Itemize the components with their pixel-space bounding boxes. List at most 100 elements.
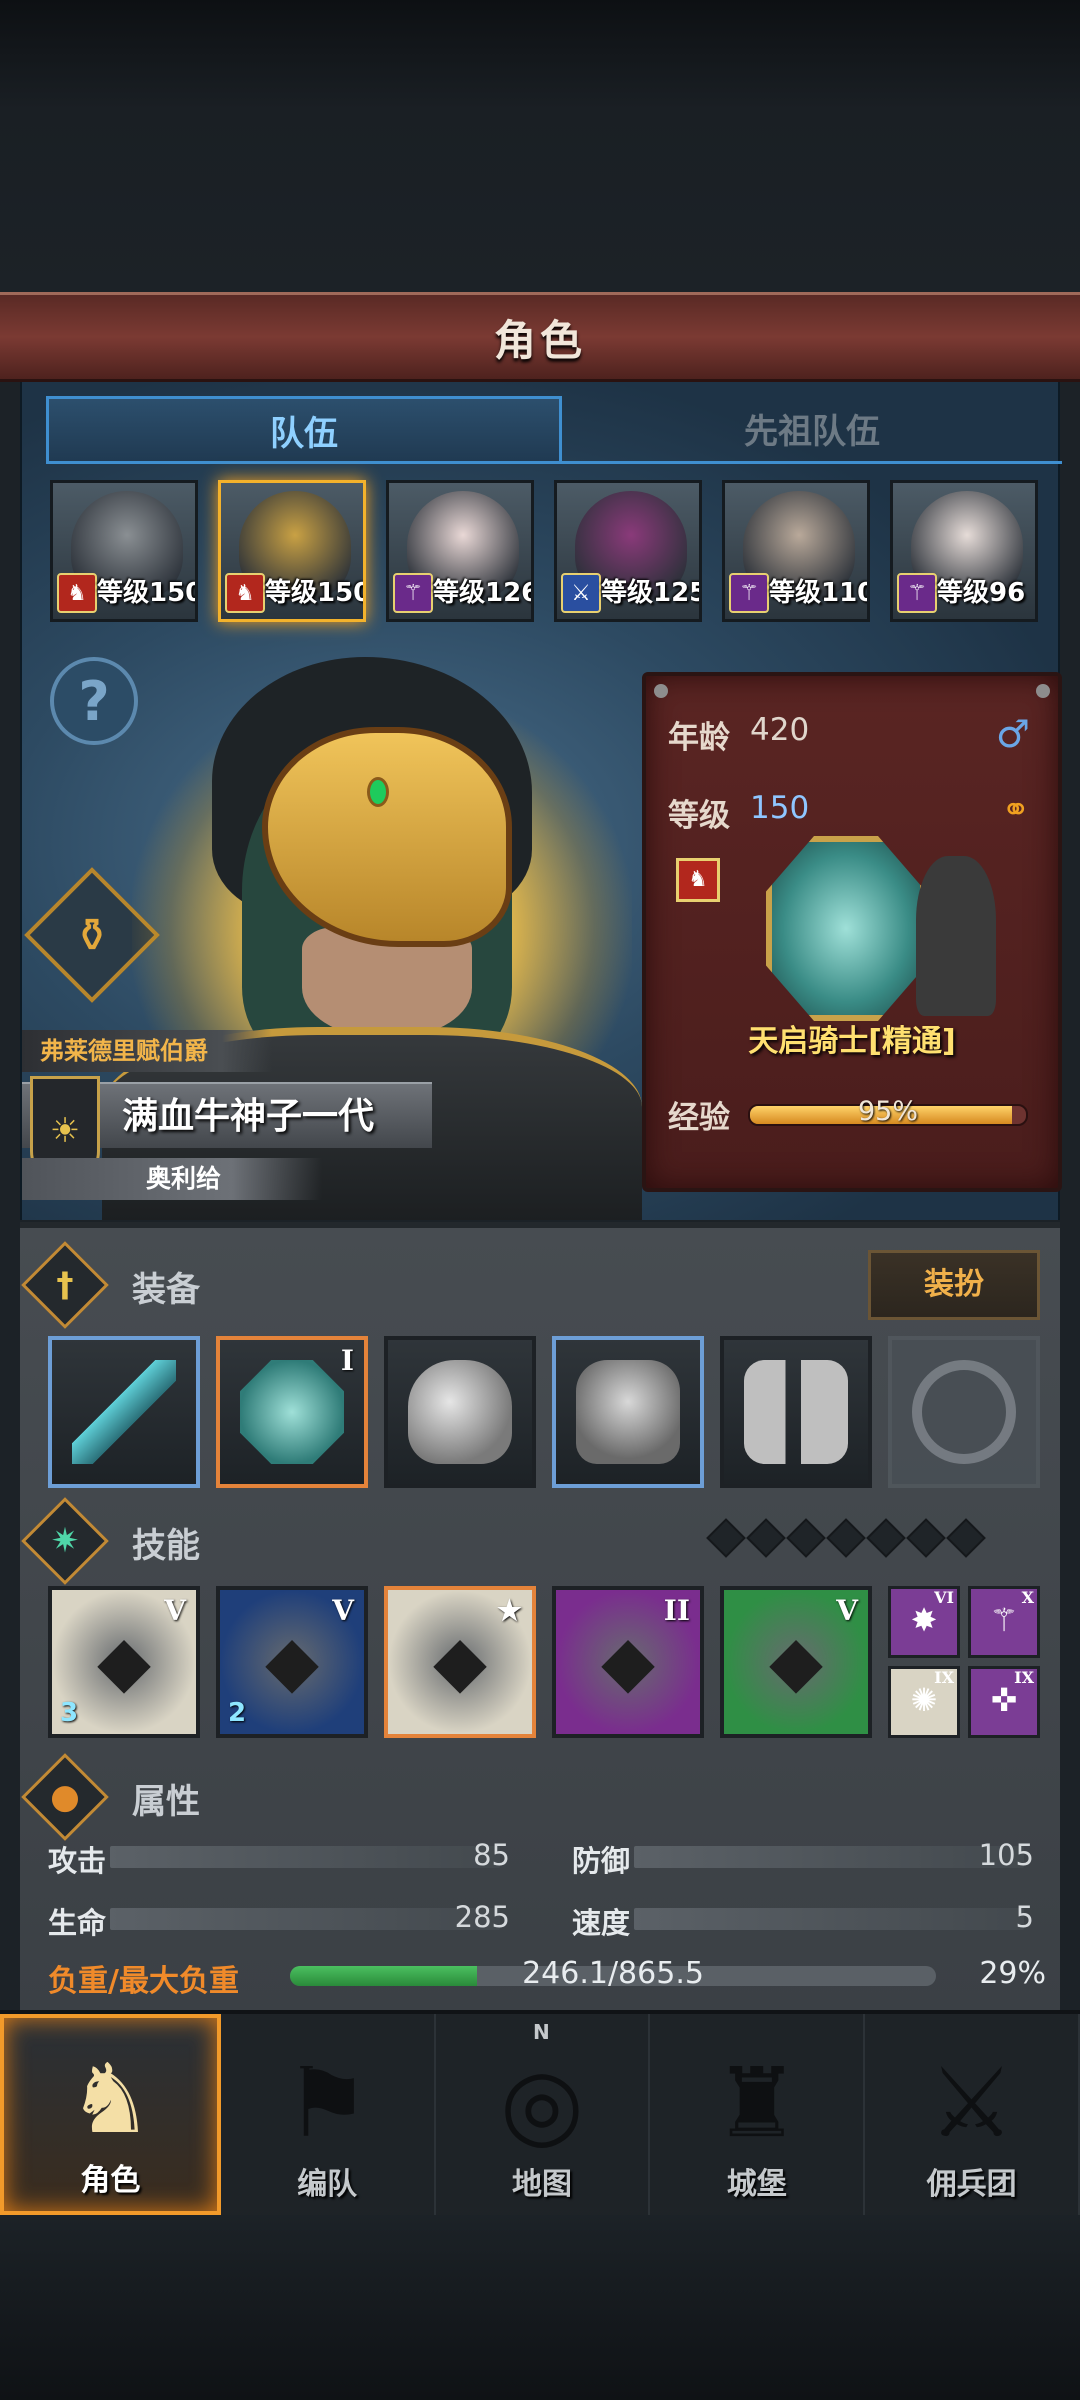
compass-north-label: N — [532, 2020, 550, 2044]
hero-roster: ♞ 等级150 ♞ 等级150 ⚚ 等级126 ⚔ 等级125 ⚚ 等级110 ⚚ 等级96 — [50, 480, 1038, 622]
detail-panel: † 装备 装扮 I ✷ 技能 ◆ V 3 ◆ V 2 ◆ ★ ◆ II ◆ V ✸ VI ⚚ X ✺ IX ✜ IX … — [20, 1222, 1060, 2010]
skill-tier: X — [1021, 1588, 1034, 1607]
armor-icon — [576, 1360, 680, 1464]
passive-skill[interactable]: ✸ VI — [888, 1586, 960, 1658]
crystal-icon: ◆ — [97, 1620, 151, 1702]
equip-slot-mace[interactable] — [48, 1336, 200, 1488]
hp-value: 285 — [454, 1900, 510, 1934]
flask-icon: ● — [50, 1777, 80, 1817]
hero-card[interactable]: ♞ 等级150 — [50, 480, 198, 622]
class-name[interactable]: 天启骑士[精通] — [646, 1016, 1058, 1060]
male-icon: ♂ — [995, 712, 1030, 756]
equip-slot-helmet[interactable] — [384, 1336, 536, 1488]
equip-slot-ring[interactable] — [888, 1336, 1040, 1488]
nav-castle[interactable]: ♜ 城堡 — [650, 2014, 866, 2215]
sword-icon: † — [56, 1265, 74, 1305]
skill-slot[interactable]: ◆ V — [720, 1586, 872, 1738]
ring-icon[interactable]: ⚭ — [1002, 790, 1031, 830]
skills-section-icon: ✷ — [21, 1497, 109, 1585]
dress-up-button[interactable]: 装扮 — [868, 1250, 1040, 1320]
star-burst-icon: ✷ — [50, 1521, 80, 1561]
skill-level: 2 — [228, 1698, 247, 1728]
class-knight-art — [916, 856, 996, 1016]
age-value: 420 — [750, 712, 810, 748]
hero-card[interactable]: ⚚ 等级126 — [386, 480, 534, 622]
attack-label: 攻击 — [48, 1844, 107, 1878]
skill-tier: ★ — [496, 1594, 522, 1627]
equip-slot-shield[interactable]: I — [216, 1336, 368, 1488]
horse-icon: ♞ — [225, 573, 265, 613]
crystal-icon: ◆ — [769, 1620, 823, 1702]
equip-slot-boots[interactable] — [720, 1336, 872, 1488]
passive-skill[interactable]: ✜ IX — [968, 1666, 1040, 1738]
speed-value: 5 — [1015, 1900, 1034, 1934]
attack-value: 85 — [473, 1838, 510, 1872]
nav-label: 城堡 — [726, 2167, 787, 2202]
nav-label: 地图 — [511, 2167, 572, 2202]
nav-label: 佣兵团 — [926, 2167, 1017, 2202]
game-screen: 角色 队伍 先祖队伍 ♞ 等级150 ♞ 等级150 ⚚ 等级126 ⚔ 等级125 ⚚ 等级11… — [0, 0, 1080, 2400]
crystal-icon: ◆ — [601, 1620, 655, 1702]
hero-kingdom: 奥利给 — [22, 1158, 322, 1200]
load-value: 246.1/865.5 — [522, 1956, 704, 1991]
skill-level: 3 — [60, 1698, 79, 1728]
card-pin — [1036, 684, 1050, 698]
skill-tier: IX — [934, 1668, 954, 1687]
hero-card[interactable]: ⚚ 等级96 — [890, 480, 1038, 622]
card-pin — [654, 684, 668, 698]
tab-team[interactable]: 队伍 — [46, 396, 562, 464]
staff-icon: ⚚ — [897, 573, 937, 613]
exp-label: 经验 — [668, 1100, 730, 1136]
team-panel: 队伍 先祖队伍 ♞ 等级150 ♞ 等级150 ⚚ 等级126 ⚔ 等级125 ⚚ 等级110 ⚚ 等… — [20, 382, 1062, 1220]
load-percent: 29% — [979, 1956, 1046, 1991]
equipment-section-icon: † — [21, 1241, 109, 1329]
load-label: 负重/最大负重 — [48, 1964, 239, 1999]
mace-icon — [72, 1360, 176, 1464]
tab-ancestor-team[interactable]: 先祖队伍 — [562, 396, 1062, 464]
nav-formation[interactable]: ⚑ 编队 — [221, 2014, 436, 2215]
diamond-icon — [906, 1518, 946, 1558]
staff-icon: ⚚ — [729, 573, 769, 613]
portrait-gem — [367, 777, 389, 807]
skill-slot[interactable]: ◆ V 2 — [216, 1586, 368, 1738]
diamond-icon — [826, 1518, 866, 1558]
skill-slot[interactable]: ◆ II — [552, 1586, 704, 1738]
hero-card[interactable]: ♞ 等级150 — [218, 480, 366, 622]
passive-skill[interactable]: ✺ IX — [888, 1666, 960, 1738]
skill-slot[interactable]: ◆ ★ — [384, 1586, 536, 1738]
horse-icon: ♞ — [57, 573, 97, 613]
attributes-section-icon: ● — [21, 1753, 109, 1841]
passive-skill-icon: ⚚ — [989, 1601, 1019, 1639]
crystal-icon: ◆ — [433, 1620, 487, 1702]
passive-skill[interactable]: ⚚ X — [968, 1586, 1040, 1658]
formation-icon: ⚑ — [284, 2047, 371, 2159]
age-label: 年龄 — [668, 720, 730, 756]
ring-icon — [912, 1360, 1016, 1464]
class-shield-art — [766, 836, 926, 1021]
hp-label: 生命 — [48, 1906, 107, 1940]
horse-icon: ♞ — [676, 858, 720, 902]
page-title: 角色 — [493, 315, 586, 365]
skill-slots: ◆ V 3 ◆ V 2 ◆ ★ ◆ II ◆ V ✸ VI ⚚ X ✺ IX ✜ IX — [48, 1586, 1040, 1738]
hero-level: 等级110 — [769, 578, 870, 608]
diamond-icon — [946, 1518, 986, 1558]
boots-icon — [744, 1360, 848, 1464]
hero-level: 等级96 — [937, 578, 1026, 608]
staff-icon: ⚚ — [393, 573, 433, 613]
hero-level: 等级150 — [97, 578, 198, 608]
hero-card[interactable]: ⚚ 等级110 — [722, 480, 870, 622]
diamond-icon — [746, 1518, 786, 1558]
equipment-slots: I — [48, 1336, 1040, 1488]
hero-title: 弗莱德里赋伯爵 — [22, 1030, 272, 1072]
defense-label: 防御 — [572, 1844, 631, 1878]
nav-mercenary[interactable]: ⚔ 佣兵团 — [865, 2014, 1080, 2215]
hero-card[interactable]: ⚔ 等级125 — [554, 480, 702, 622]
nav-knight[interactable]: ♞ 角色 — [0, 2014, 221, 2215]
castle-icon: ♜ — [713, 2047, 800, 2159]
nav-compass[interactable]: N ◎ 地图 — [436, 2014, 651, 2215]
helmet-icon — [408, 1360, 512, 1464]
bottom-nav: ♞ 角色 ⚑ 编队 N ◎ 地图 ♜ 城堡 ⚔ 佣兵团 — [0, 2010, 1080, 2215]
defense-value: 105 — [978, 1838, 1034, 1872]
skill-slot[interactable]: ◆ V 3 — [48, 1586, 200, 1738]
equip-slot-armor[interactable] — [552, 1336, 704, 1488]
